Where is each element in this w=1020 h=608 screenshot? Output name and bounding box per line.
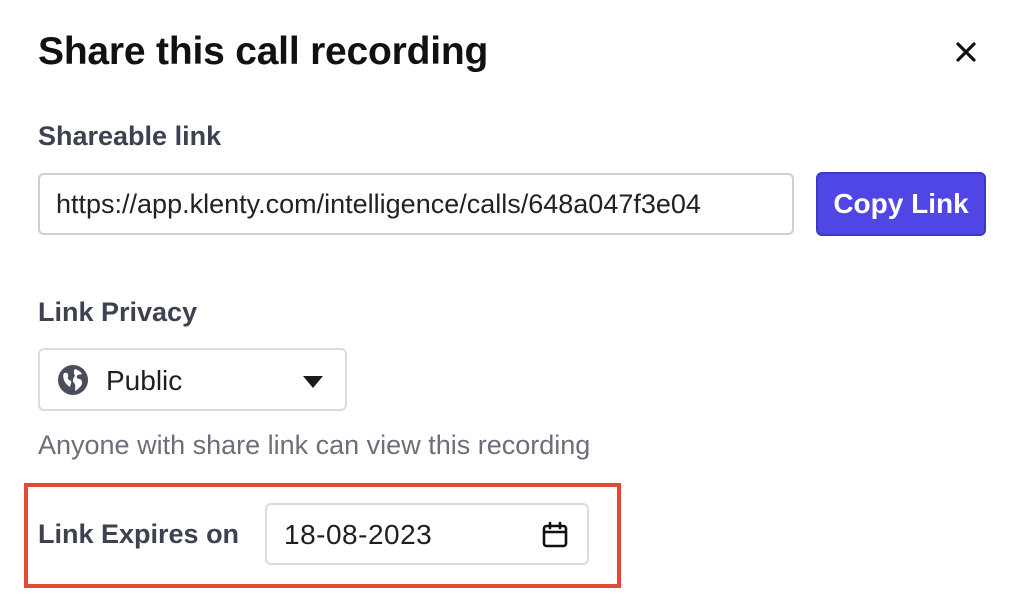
expiry-date-value: 18-08-2023 (284, 519, 433, 550)
privacy-helper-text: Anyone with share link can view this rec… (38, 430, 591, 460)
link-expires-label: Link Expires on (38, 519, 240, 549)
link-privacy-label: Link Privacy (38, 297, 198, 327)
expiry-date-input[interactable]: 18-08-2023 (265, 503, 589, 565)
share-dialog: Share this call recording Shareable link… (0, 0, 1020, 608)
globe-icon (58, 365, 88, 395)
shareable-link-label: Shareable link (38, 121, 222, 151)
link-privacy-select[interactable]: Public (38, 348, 347, 411)
calendar-icon[interactable] (541, 521, 569, 549)
privacy-selected-value: Public (106, 365, 183, 396)
dialog-title: Share this call recording (38, 30, 489, 73)
shareable-link-input[interactable] (38, 173, 794, 235)
close-icon (956, 42, 976, 62)
chevron-down-icon (303, 376, 323, 388)
close-button[interactable] (946, 32, 986, 72)
copy-link-button[interactable]: Copy Link (816, 172, 986, 236)
